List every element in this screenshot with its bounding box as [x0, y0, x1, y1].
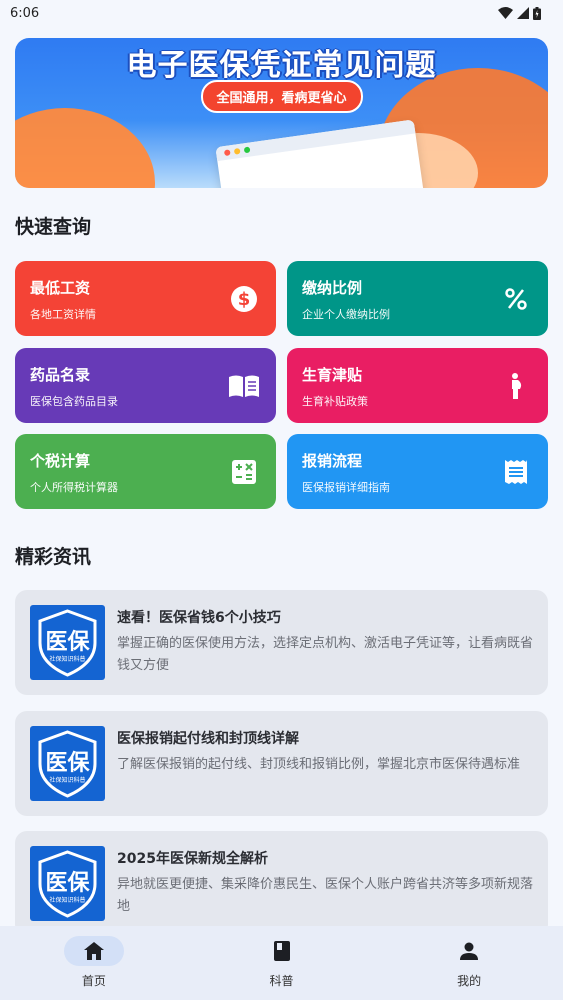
status-bar: 6:06: [0, 0, 563, 26]
news-title: 速看！医保省钱6个小技巧: [117, 610, 281, 626]
banner-title: 电子医保凭证常见问题: [126, 48, 437, 83]
news-title: 医保报销起付线和封顶线详解: [117, 731, 299, 747]
thumb-text: 医保: [45, 871, 90, 896]
shield-icon: 医保 社保知识科普: [38, 850, 97, 918]
thumb-caption: 社保知识科普: [49, 896, 85, 904]
main-scroll[interactable]: 电子医保凭证常见问题 全国通用，看病更省心 快速查询 最低工资 各地工资详情 $…: [0, 26, 563, 926]
nav-label: 首页: [81, 974, 106, 988]
nav-science[interactable]: 科普: [188, 926, 376, 1000]
browser-window-illustration: [215, 119, 425, 188]
nav-profile[interactable]: 我的: [375, 926, 563, 1000]
news-item[interactable]: 医保 社保知识科普 2025年医保新规全解析 异地就医更便捷、集采降价惠民生、医…: [15, 831, 548, 926]
promo-banner[interactable]: 电子医保凭证常见问题 全国通用，看病更省心: [15, 38, 548, 188]
pregnant-icon: [512, 373, 522, 399]
card-minimum-wage[interactable]: 最低工资 各地工资详情 $: [15, 261, 276, 336]
calculator-icon: [232, 460, 256, 484]
shield-icon: 医保 社保知识科普: [38, 730, 97, 798]
news-section-title: 精彩资讯: [15, 546, 92, 568]
card-contribution-ratio[interactable]: 缴纳比例 企业个人缴纳比例: [287, 261, 548, 336]
shield-icon: 医保 社保知识科普: [38, 609, 97, 677]
news-title: 2025年医保新规全解析: [117, 851, 268, 867]
news-description: 了解医保报销的起付线、封顶线和报销比例，掌握北京市医保待遇标准: [117, 757, 521, 772]
card-drug-catalog[interactable]: 药品名录 医保包含药品目录: [15, 348, 276, 423]
news-item[interactable]: 医保 社保知识科普 医保报销起付线和封顶线详解 了解医保报销的起付线、封顶线和报…: [15, 711, 548, 816]
thumb-text: 医保: [45, 630, 90, 655]
card-reimbursement-process[interactable]: 报销流程 医保报销详细指南: [287, 434, 548, 509]
status-time: 6:06: [10, 5, 40, 21]
wifi-icon: [498, 7, 513, 19]
status-icons: [498, 6, 541, 20]
book-icon: [229, 375, 259, 397]
card-maternity-allowance[interactable]: 生育津贴 生育补贴政策: [287, 348, 548, 423]
banner-subtitle: 全国通用，看病更省心: [200, 80, 363, 113]
book-icon: [273, 941, 290, 961]
nav-label: 科普: [269, 974, 294, 988]
thumb-text: 医保: [45, 751, 90, 776]
quick-section-title: 快速查询: [15, 216, 92, 238]
thumb-caption: 社保知识科普: [49, 776, 85, 784]
card-tax-calculator[interactable]: 个税计算 个人所得税计算器: [15, 434, 276, 509]
dollar-icon: $: [231, 286, 257, 312]
news-thumbnail: 医保 社保知识科普: [30, 605, 105, 680]
person-icon: [460, 942, 479, 960]
news-description: 掌握正确的医保使用方法，选择定点机构、激活电子凭证等，让看病既省钱又方便: [117, 636, 534, 673]
bottom-nav: 首页 科普 我的: [0, 926, 563, 1000]
news-thumbnail: 医保 社保知识科普: [30, 846, 105, 921]
news-thumbnail: 医保 社保知识科普: [30, 726, 105, 801]
signal-icon: [517, 7, 529, 19]
nav-home[interactable]: 首页: [0, 926, 188, 1000]
receipt-icon: [505, 460, 527, 484]
battery-icon: [533, 6, 541, 20]
home-icon: [83, 942, 104, 960]
news-item[interactable]: 医保 社保知识科普 速看！医保省钱6个小技巧 掌握正确的医保使用方法，选择定点机…: [15, 590, 548, 695]
nav-label: 我的: [457, 974, 482, 988]
svg-text:$: $: [238, 289, 251, 310]
percent-icon: [505, 288, 527, 310]
news-description: 异地就医更便捷、集采降价惠民生、医保个人账户跨省共济等多项新规落地: [117, 877, 534, 914]
thumb-caption: 社保知识科普: [49, 655, 85, 663]
